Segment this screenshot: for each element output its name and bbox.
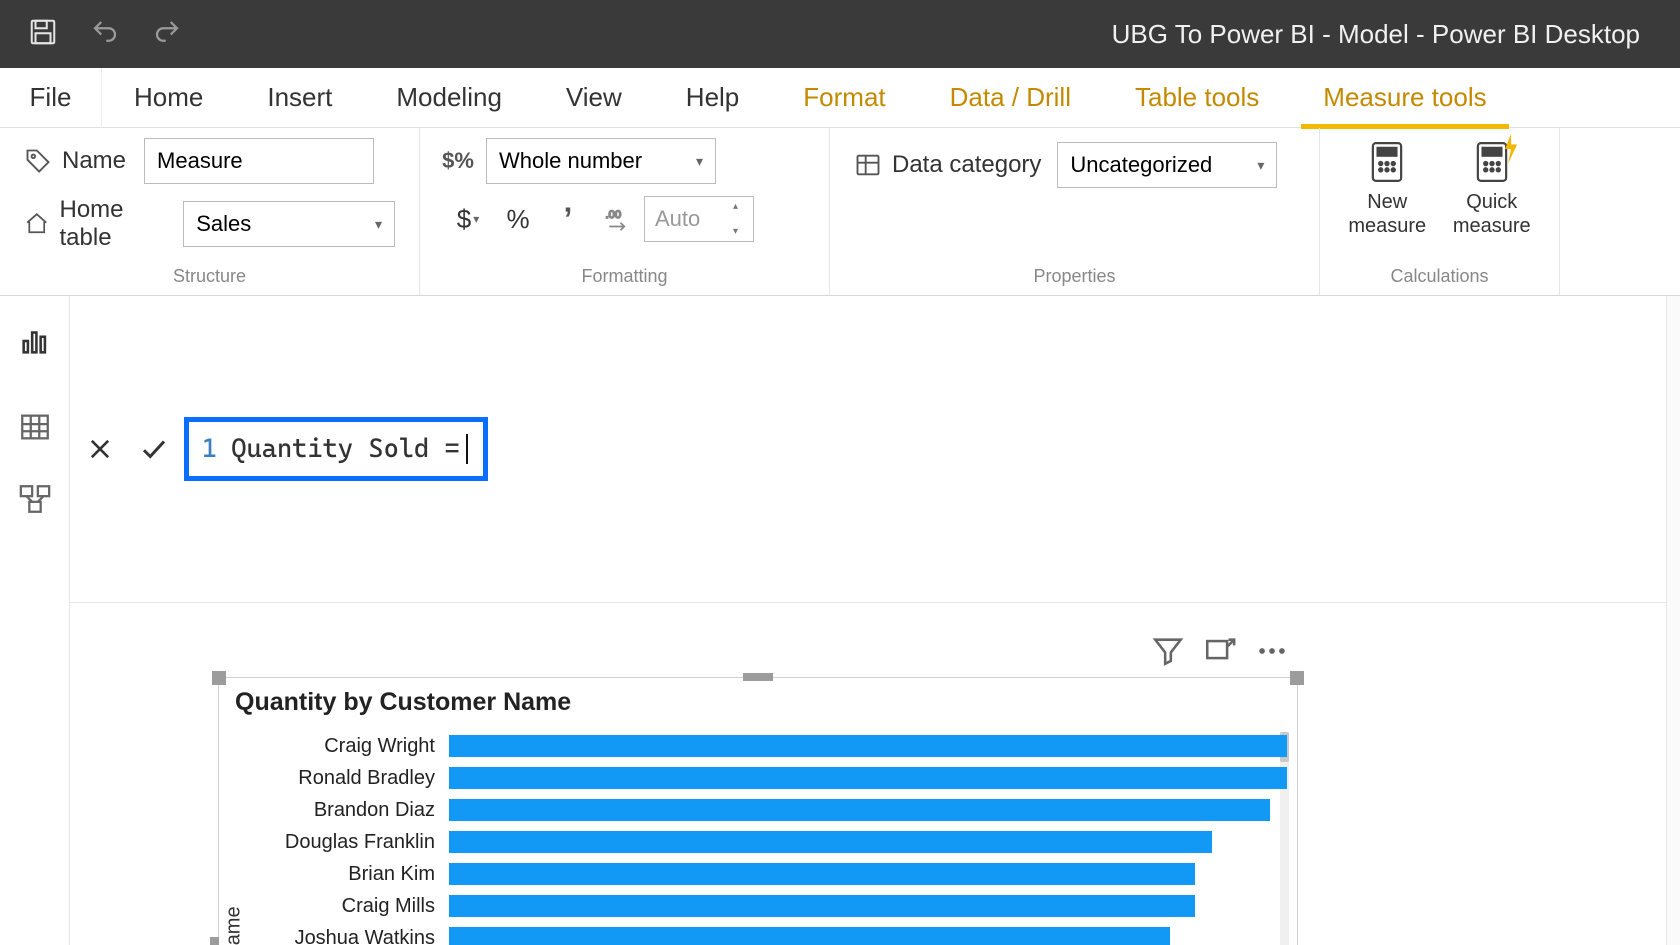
formula-bar: 1 Quantity Sold = — [70, 296, 1666, 603]
format-icon: $% — [444, 147, 472, 175]
tab-data-drill[interactable]: Data / Drill — [918, 68, 1103, 128]
tab-modeling[interactable]: Modeling — [364, 68, 534, 128]
workspace: 1 Quantity Sold = — [0, 296, 1680, 945]
window-title: UBG To Power BI - Model - Power BI Deskt… — [182, 19, 1680, 50]
bar-row[interactable]: Joshua Watkins — [249, 922, 1287, 945]
tag-icon — [24, 147, 52, 175]
group-calculations: New measure Quick measure Calculations — [1320, 128, 1560, 295]
bar-label: Ronald Bradley — [249, 767, 449, 790]
home-table-select[interactable]: Sales — [183, 201, 395, 247]
chart-bars: Craig Wright Ronald Bradley Brandon Diaz Do… — [249, 726, 1287, 945]
tab-measure-tools[interactable]: Measure tools — [1291, 68, 1518, 128]
bar-fill — [449, 831, 1212, 853]
tab-format[interactable]: Format — [771, 68, 917, 128]
bar-fill — [449, 927, 1170, 945]
report-view-icon[interactable] — [18, 324, 52, 358]
quick-measure-button[interactable]: Quick measure — [1449, 138, 1536, 238]
name-input[interactable]: Measure — [144, 138, 374, 184]
name-label: Name — [62, 147, 126, 175]
new-measure-button[interactable]: New measure — [1344, 138, 1431, 238]
data-category-label: Data category — [892, 151, 1041, 179]
quick-calculator-icon — [1472, 138, 1512, 186]
home-icon — [24, 210, 50, 238]
group-properties-label: Properties — [854, 266, 1295, 291]
bar-label: Craig Mills — [249, 895, 449, 918]
tab-home[interactable]: Home — [102, 68, 235, 128]
group-calculations-label: Calculations — [1344, 266, 1535, 291]
formula-cancel-button[interactable] — [82, 431, 118, 467]
decimal-toggle-button[interactable]: .00 — [594, 196, 642, 242]
bar-label: Brandon Diaz — [249, 799, 449, 822]
report-canvas[interactable]: Quantity by Customer Name Customer Name … — [70, 603, 1666, 945]
home-table-label: Home table — [60, 196, 172, 252]
bar-fill — [449, 895, 1195, 917]
bar-label: Craig Wright — [249, 735, 449, 758]
chart-y-axis-label: Customer Name — [219, 726, 249, 945]
focus-mode-icon[interactable] — [1203, 634, 1237, 668]
bar-row[interactable]: Ronald Bradley — [249, 762, 1287, 794]
bar-label: Douglas Franklin — [249, 831, 449, 854]
more-options-icon[interactable] — [1255, 634, 1289, 668]
bar-row[interactable]: Craig Wright — [249, 730, 1287, 762]
formula-commit-button[interactable] — [136, 431, 172, 467]
bar-label: Brian Kim — [249, 863, 449, 886]
tab-help[interactable]: Help — [654, 68, 771, 128]
tab-insert[interactable]: Insert — [235, 68, 364, 128]
formula-highlight — [184, 417, 488, 481]
bar-fill — [449, 767, 1287, 789]
calculator-icon — [1367, 138, 1407, 186]
category-icon — [854, 151, 882, 179]
group-properties: Data category Uncategorized Properties — [830, 128, 1320, 295]
save-icon[interactable] — [28, 17, 58, 52]
data-view-icon[interactable] — [18, 410, 52, 444]
decimal-places-input[interactable]: Auto ▴▾ — [644, 196, 754, 242]
bar-fill — [449, 735, 1287, 757]
file-tab[interactable]: File — [0, 68, 102, 128]
view-switcher — [0, 296, 70, 945]
chart-title: Quantity by Customer Name — [219, 678, 1297, 725]
svg-text:.00: .00 — [606, 209, 622, 221]
bar-row[interactable]: Brian Kim — [249, 858, 1287, 890]
tab-view[interactable]: View — [534, 68, 654, 128]
bar-chart-visual[interactable]: Quantity by Customer Name Customer Name … — [218, 677, 1298, 945]
filter-icon[interactable] — [1151, 634, 1185, 668]
data-category-select[interactable]: Uncategorized — [1057, 142, 1277, 188]
undo-icon[interactable] — [90, 17, 120, 52]
group-structure: Name Measure Home table Sales Structure — [0, 128, 420, 295]
bar-row[interactable]: Craig Mills — [249, 890, 1287, 922]
tab-table-tools[interactable]: Table tools — [1103, 68, 1291, 128]
thousands-button[interactable]: ’ — [544, 196, 592, 242]
ribbon: Name Measure Home table Sales Structure … — [0, 128, 1680, 296]
bar-fill — [449, 863, 1195, 885]
group-structure-label: Structure — [24, 266, 395, 291]
currency-button[interactable]: $▾ — [444, 196, 492, 242]
right-pane-edge[interactable] — [1666, 296, 1680, 945]
bar-row[interactable]: Douglas Franklin — [249, 826, 1287, 858]
redo-icon[interactable] — [152, 17, 182, 52]
group-formatting-label: Formatting — [444, 266, 805, 291]
bar-label: Joshua Watkins — [249, 927, 449, 945]
ribbon-tabs: File Home Insert Modeling View Help Form… — [0, 68, 1680, 128]
bar-fill — [449, 799, 1270, 821]
model-view-icon[interactable] — [18, 482, 52, 516]
format-select[interactable]: Whole number — [486, 138, 716, 184]
title-bar: UBG To Power BI - Model - Power BI Deskt… — [0, 0, 1680, 68]
percent-button[interactable]: % — [494, 196, 542, 242]
group-formatting: $% Whole number $▾ % ’ .00 Auto ▴▾ Forma… — [420, 128, 830, 295]
bar-row[interactable]: Brandon Diaz — [249, 794, 1287, 826]
